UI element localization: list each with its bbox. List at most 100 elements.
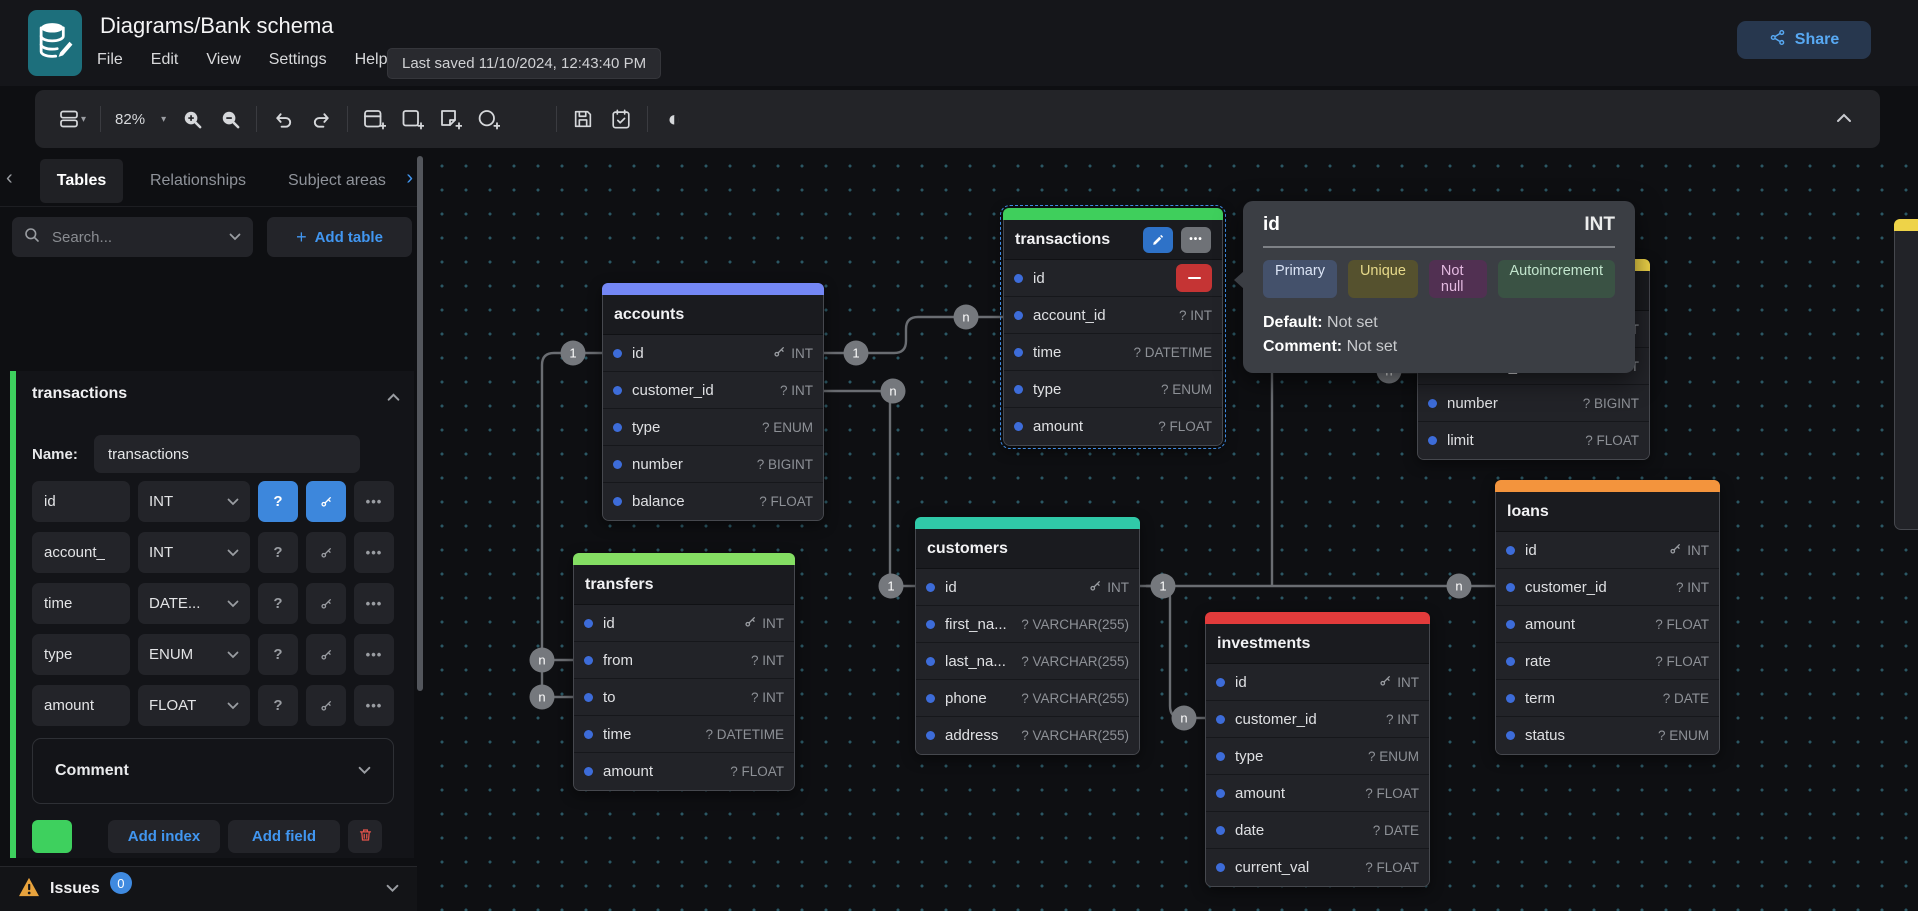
table-field-row[interactable]: type? ENUM <box>1004 371 1222 408</box>
tab-subject-areas[interactable]: Subject areas <box>288 159 388 203</box>
nullable-toggle[interactable]: ? <box>258 583 298 624</box>
table-field-row[interactable]: from? INT <box>574 642 794 679</box>
offscreen-note-fragment[interactable] <box>1894 219 1918 530</box>
field-more-button[interactable]: ••• <box>354 685 394 726</box>
delete-table-button[interactable] <box>348 820 382 853</box>
add-index-button[interactable]: Add index <box>108 820 220 853</box>
tabs-scroll-right-icon[interactable]: › <box>406 167 413 190</box>
table-transfers[interactable]: transfersidINTfrom? INTto? INTtime? DATE… <box>573 553 795 791</box>
field-name-input[interactable]: id <box>32 481 130 522</box>
field-more-button[interactable]: ••• <box>354 634 394 675</box>
field-name-input[interactable]: time <box>32 583 130 624</box>
redo-icon[interactable] <box>309 103 333 135</box>
table-field-row[interactable]: amount? FLOAT <box>574 753 794 790</box>
table-field-row[interactable]: amount? FLOAT <box>1206 775 1429 812</box>
menu-item-edit[interactable]: Edit <box>151 51 179 69</box>
table-field-row[interactable]: status? ENUM <box>1496 717 1719 754</box>
table-field-row[interactable]: amount? FLOAT <box>1496 606 1719 643</box>
table-field-row[interactable]: number? BIGINT <box>1418 385 1649 422</box>
chevron-down-icon[interactable]: ▾ <box>161 114 166 125</box>
tabs-scroll-left-icon[interactable]: ‹ <box>6 167 13 190</box>
expanded-table-name[interactable]: transactions <box>32 385 127 403</box>
table-field-row[interactable]: customer_id? INT <box>1496 569 1719 606</box>
diagram-canvas[interactable]: accountsidINTcustomer_id? INTtype? ENUMn… <box>424 152 1918 911</box>
table-color-swatch[interactable] <box>32 820 72 853</box>
table-field-row[interactable]: number? BIGINT <box>603 446 823 483</box>
add-area-icon[interactable] <box>400 103 424 135</box>
table-field-row[interactable]: current_val? FLOAT <box>1206 849 1429 886</box>
table-header[interactable]: customers <box>916 529 1139 569</box>
table-search[interactable] <box>12 217 253 257</box>
zoom-in-icon[interactable] <box>180 103 204 135</box>
table-field-row[interactable]: first_na...? VARCHAR(255) <box>916 606 1139 643</box>
chevron-down-icon[interactable] <box>386 880 399 898</box>
table-field-row[interactable]: idINT <box>1496 532 1719 569</box>
table-field-row[interactable]: date? DATE <box>1206 812 1429 849</box>
sidebar-scrollbar[interactable] <box>417 156 423 691</box>
table-field-row[interactable]: type? ENUM <box>1206 738 1429 775</box>
field-name-input[interactable]: type <box>32 634 130 675</box>
comment-section[interactable]: Comment <box>32 738 394 804</box>
tab-tables[interactable]: Tables <box>40 159 123 203</box>
menu-item-file[interactable]: File <box>97 51 123 69</box>
table-field-row[interactable]: to? INT <box>574 679 794 716</box>
table-accounts[interactable]: accountsidINTcustomer_id? INTtype? ENUMn… <box>602 283 824 521</box>
table-transactions[interactable]: transactions•••idaccount_id? INTtime? DA… <box>1003 208 1223 446</box>
nullable-toggle[interactable]: ? <box>258 634 298 675</box>
table-field-row[interactable]: address? VARCHAR(255) <box>916 717 1139 754</box>
table-field-row[interactable]: customer_id? INT <box>603 372 823 409</box>
relationship-line[interactable] <box>824 391 915 586</box>
tab-relationships[interactable]: Relationships <box>140 159 256 203</box>
issues-bar[interactable]: Issues 0 <box>0 866 417 911</box>
share-button[interactable]: Share <box>1737 21 1871 59</box>
table-header[interactable]: investments <box>1206 624 1429 664</box>
primary-key-toggle[interactable] <box>306 481 346 522</box>
field-type-select[interactable]: INT <box>138 532 250 573</box>
field-more-button[interactable]: ••• <box>354 481 394 522</box>
table-field-row[interactable]: time? DATETIME <box>574 716 794 753</box>
primary-key-toggle[interactable] <box>306 583 346 624</box>
chevron-down-icon[interactable] <box>229 228 241 246</box>
primary-key-toggle[interactable] <box>306 532 346 573</box>
chevron-up-icon[interactable] <box>387 389 400 407</box>
edit-table-button[interactable] <box>1143 227 1173 253</box>
menu-item-help[interactable]: Help <box>355 51 388 69</box>
table-header[interactable]: transfers <box>574 565 794 605</box>
table-header[interactable]: loans <box>1496 492 1719 532</box>
toolbar-collapse-button[interactable] <box>1830 104 1858 132</box>
table-field-row[interactable]: idINT <box>574 605 794 642</box>
field-more-button[interactable]: ••• <box>354 532 394 573</box>
table-header[interactable]: transactions••• <box>1004 220 1222 260</box>
table-investments[interactable]: investmentsidINTcustomer_id? INTtype? EN… <box>1205 612 1430 887</box>
theme-toggle-icon[interactable]: ◐ <box>662 103 686 135</box>
menu-item-settings[interactable]: Settings <box>269 51 327 69</box>
add-type-icon[interactable] <box>476 103 500 135</box>
relationship-line[interactable] <box>1146 586 1205 718</box>
table-field-row[interactable]: last_na...? VARCHAR(255) <box>916 643 1139 680</box>
field-type-select[interactable]: FLOAT <box>138 685 250 726</box>
add-table-icon[interactable] <box>362 103 386 135</box>
table-more-button[interactable]: ••• <box>1181 227 1211 253</box>
table-field-row[interactable]: time? DATETIME <box>1004 334 1222 371</box>
table-field-row[interactable]: amount? FLOAT <box>1004 408 1222 445</box>
menu-item-view[interactable]: View <box>206 51 240 69</box>
table-field-row[interactable]: limit? FLOAT <box>1418 422 1649 459</box>
zoom-level[interactable]: 82% <box>115 111 145 128</box>
save-icon[interactable] <box>571 103 595 135</box>
table-name-input[interactable] <box>94 435 360 473</box>
table-loans[interactable]: loansidINTcustomer_id? INTamount? FLOATr… <box>1495 480 1720 755</box>
field-type-select[interactable]: ENUM <box>138 634 250 675</box>
field-name-input[interactable]: amount <box>32 685 130 726</box>
table-field-row[interactable]: id <box>1004 260 1222 297</box>
table-header[interactable]: accounts <box>603 295 823 335</box>
table-field-row[interactable]: idINT <box>916 569 1139 606</box>
field-type-select[interactable]: DATE... <box>138 583 250 624</box>
table-field-row[interactable]: idINT <box>1206 664 1429 701</box>
nullable-toggle[interactable]: ? <box>258 685 298 726</box>
table-field-row[interactable]: phone? VARCHAR(255) <box>916 680 1139 717</box>
nullable-toggle[interactable]: ? <box>258 481 298 522</box>
table-field-row[interactable]: balance? FLOAT <box>603 483 823 520</box>
table-field-row[interactable]: type? ENUM <box>603 409 823 446</box>
search-input[interactable] <box>50 228 219 247</box>
nullable-toggle[interactable]: ? <box>258 532 298 573</box>
